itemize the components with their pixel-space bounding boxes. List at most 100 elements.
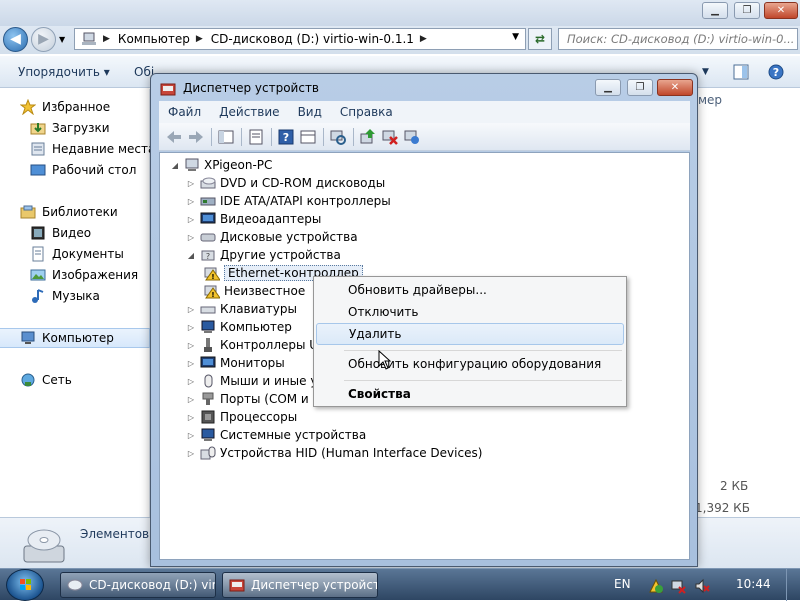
search-input[interactable]: Поиск: CD-дисковод (D:) virtio-win-0... — [558, 28, 798, 50]
view-details-icon[interactable] — [299, 128, 317, 146]
tree-system[interactable]: ▷ Системные устройства — [186, 426, 366, 444]
tree-computer[interactable]: ▷ Компьютер — [186, 318, 292, 336]
view-dropdown-icon[interactable]: ▼ — [702, 67, 709, 77]
start-button[interactable] — [6, 569, 44, 601]
dm-maximize-button[interactable]: ❐ — [627, 79, 653, 96]
tree-root[interactable]: ◢ XPigeon-PC — [170, 156, 273, 174]
menu-action[interactable]: Действие — [210, 105, 288, 119]
refresh-button[interactable]: ⇄ — [528, 28, 552, 50]
ctx-scan-hardware[interactable]: Обновить конфигурацию оборудования — [316, 353, 624, 375]
back-button[interactable]: ◀ — [3, 27, 28, 52]
properties-sheet-icon[interactable] — [247, 128, 265, 146]
expand-icon[interactable]: ▷ — [186, 233, 196, 242]
expand-icon[interactable]: ▷ — [186, 215, 196, 224]
expand-icon[interactable]: ▷ — [186, 431, 196, 440]
expand-icon[interactable]: ▷ — [186, 395, 196, 404]
nav-computer[interactable]: Компьютер — [0, 328, 150, 348]
tree-keyboards[interactable]: ▷ Клавиатуры — [186, 300, 297, 318]
collapse-icon[interactable]: ◢ — [170, 161, 180, 170]
tree-ide[interactable]: ▷ IDE ATA/ATAPI контроллеры — [186, 192, 391, 210]
ctx-disable[interactable]: Отключить — [316, 301, 624, 323]
forward-button[interactable]: ▶ — [31, 27, 56, 52]
explorer-titlebar: ▁ ❐ ✕ — [0, 0, 800, 26]
show-desktop-button[interactable] — [786, 569, 800, 601]
taskbar-explorer[interactable]: CD-дисковод (D:) vir... — [60, 572, 216, 598]
nav-desktop[interactable]: Рабочий стол — [30, 160, 136, 180]
nav-favorites[interactable]: Избранное — [20, 97, 110, 117]
expand-icon[interactable]: ▷ — [186, 179, 196, 188]
tree-dvd[interactable]: ▷ DVD и CD-ROM дисководы — [186, 174, 385, 192]
update-driver-icon[interactable] — [359, 128, 377, 146]
ctx-update-drivers[interactable]: Обновить драйверы... — [316, 279, 624, 301]
menu-help[interactable]: Справка — [331, 105, 402, 119]
minimize-button[interactable]: ▁ — [702, 2, 728, 19]
expand-icon[interactable]: ▷ — [186, 449, 196, 458]
breadcrumb-arrow-icon[interactable]: ▶ — [196, 34, 203, 44]
tree-cpu[interactable]: ▷ Процессоры — [186, 408, 297, 426]
tree-usb[interactable]: ▷ Контроллеры US — [186, 336, 326, 354]
show-hide-console-icon[interactable] — [217, 128, 235, 146]
dm-minimize-button[interactable]: ▁ — [595, 79, 621, 96]
ctx-properties[interactable]: Свойства — [316, 383, 624, 405]
nav-music-label: Музыка — [52, 289, 100, 303]
close-button[interactable]: ✕ — [764, 2, 798, 19]
nav-music[interactable]: Музыка — [30, 286, 100, 306]
ctx-uninstall[interactable]: Удалить — [316, 323, 624, 345]
back-arrow-icon[interactable] — [165, 128, 183, 146]
expand-icon[interactable]: ▷ — [186, 305, 196, 314]
uninstall-icon[interactable] — [381, 128, 399, 146]
nav-recent[interactable]: Недавние места — [30, 139, 155, 159]
preview-pane-icon[interactable] — [733, 64, 749, 80]
nav-libraries[interactable]: Библиотеки — [20, 202, 118, 222]
video-icon — [31, 226, 45, 240]
tree-other[interactable]: ◢ ? Другие устройства — [186, 246, 341, 264]
help-icon[interactable]: ? — [768, 64, 784, 80]
nav-pictures[interactable]: Изображения — [30, 265, 138, 285]
tree-ports[interactable]: ▷ Порты (COM и L — [186, 390, 319, 408]
language-indicator[interactable]: EN — [614, 577, 631, 591]
help-icon[interactable]: ? — [277, 128, 295, 146]
column-header-partial[interactable]: мер — [698, 93, 722, 107]
address-bar[interactable]: ▶ Компьютер ▶ CD-дисковод (D:) virtio-wi… — [74, 28, 526, 50]
menu-view[interactable]: Вид — [289, 105, 331, 119]
tree-hid-label: Устройства HID (Human Interface Devices) — [220, 446, 483, 460]
computer-icon — [82, 32, 96, 45]
organize-button[interactable]: Упорядочить ▾ — [18, 65, 110, 79]
disable-device-icon[interactable] — [403, 128, 421, 146]
tree-monitors[interactable]: ▷ Мониторы — [186, 354, 285, 372]
clock[interactable]: 10:44 — [736, 577, 771, 591]
collapse-icon[interactable]: ◢ — [186, 251, 196, 260]
scan-hardware-icon[interactable] — [329, 128, 347, 146]
network-tray-icon[interactable] — [670, 578, 686, 594]
nav-documents[interactable]: Документы — [30, 244, 124, 264]
forward-arrow-icon[interactable] — [187, 128, 205, 146]
breadcrumb-computer[interactable]: Компьютер — [118, 32, 190, 46]
maximize-button[interactable]: ❐ — [734, 2, 760, 19]
tree-video[interactable]: ▷ Видеоадаптеры — [186, 210, 321, 228]
nav-videos[interactable]: Видео — [30, 223, 91, 243]
nav-network[interactable]: Сеть — [20, 370, 72, 390]
tree-disk[interactable]: ▷ Дисковые устройства — [186, 228, 358, 246]
expand-icon[interactable]: ▷ — [186, 323, 196, 332]
address-dropdown-icon[interactable]: ▼ — [512, 32, 519, 42]
menu-file[interactable]: Файл — [159, 105, 210, 119]
tree-mice[interactable]: ▷ Мыши и иные ук — [186, 372, 325, 390]
breadcrumb-arrow-icon[interactable]: ▶ — [103, 34, 110, 44]
action-center-icon[interactable] — [648, 578, 664, 594]
expand-icon[interactable]: ▷ — [186, 377, 196, 386]
breadcrumb-arrow-icon[interactable]: ▶ — [420, 34, 427, 44]
breadcrumb-cd-drive[interactable]: CD-дисковод (D:) virtio-win-0.1.1 — [211, 32, 414, 46]
volume-muted-icon[interactable] — [694, 578, 710, 594]
nav-downloads[interactable]: Загрузки — [30, 118, 110, 138]
recent-pages-dropdown[interactable]: ▼ — [59, 35, 65, 44]
taskbar-device-manager[interactable]: Диспетчер устройств — [222, 572, 378, 598]
expand-icon[interactable]: ▷ — [186, 197, 196, 206]
expand-icon[interactable]: ▷ — [186, 413, 196, 422]
tree-hid[interactable]: ▷ Устройства HID (Human Interface Device… — [186, 444, 482, 462]
menu-bar: Файл Действие Вид Справка — [159, 101, 690, 123]
nav-computer-label: Компьютер — [42, 331, 114, 345]
expand-icon[interactable]: ▷ — [186, 359, 196, 368]
dm-close-button[interactable]: ✕ — [657, 79, 693, 96]
expand-icon[interactable]: ▷ — [186, 341, 196, 350]
tree-unknown[interactable]: ! Неизвестное — [204, 282, 305, 300]
